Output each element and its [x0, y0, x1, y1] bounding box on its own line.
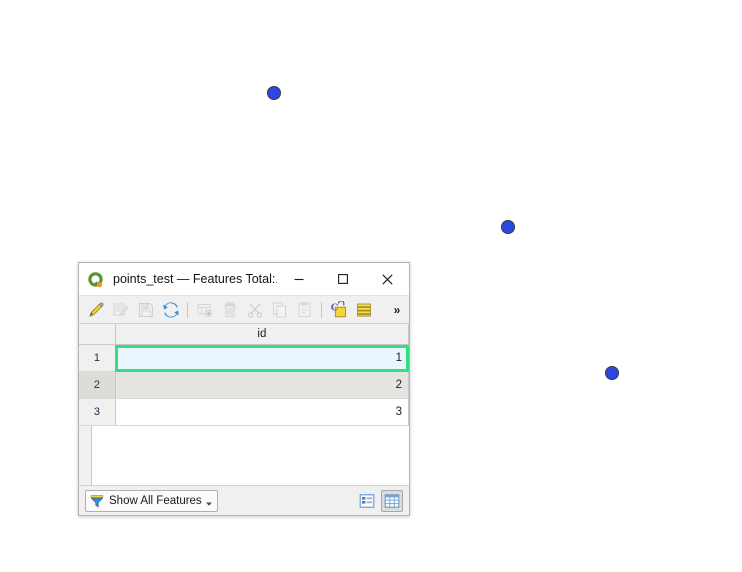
table-corner-header[interactable] — [79, 324, 116, 345]
delete-selected-button[interactable] — [217, 297, 242, 322]
table-view-toggle[interactable] — [381, 489, 403, 512]
multi-edit-button[interactable] — [108, 297, 133, 322]
paste-features-button[interactable] — [292, 297, 317, 322]
table-empty-area — [79, 426, 409, 485]
close-button[interactable] — [365, 264, 409, 295]
add-feature-button[interactable] — [192, 297, 217, 322]
toolbar-overflow-button[interactable]: » — [388, 297, 405, 322]
toolbar-separator-2 — [321, 301, 322, 318]
row-header-3[interactable]: 3 — [79, 398, 116, 426]
minimize-button[interactable] — [277, 264, 321, 295]
row-header-2[interactable]: 2 — [79, 371, 116, 399]
cut-features-button[interactable] — [242, 297, 267, 322]
chevron-down-icon[interactable] — [205, 500, 213, 508]
row-header-1[interactable]: 1 — [79, 344, 116, 372]
funnel-icon — [90, 494, 104, 507]
conditional-formatting-button[interactable]: C — [326, 297, 351, 322]
maximize-button[interactable] — [321, 264, 365, 295]
show-all-features-button[interactable]: Show All Features — [85, 489, 218, 512]
table-view-icon — [384, 493, 400, 508]
organize-columns-button[interactable] — [351, 297, 376, 322]
title-bar[interactable]: points_test — Features Total:... — [79, 263, 409, 295]
table-row[interactable]: 1 1 — [79, 344, 409, 372]
column-header-id[interactable]: id — [115, 324, 409, 345]
reload-table-button[interactable] — [158, 297, 183, 322]
window-title: points_test — Features Total:... — [113, 272, 277, 286]
qgis-logo-icon — [88, 271, 103, 287]
attribute-table-status-bar: Show All Features — [79, 485, 409, 515]
cell-id-row-3[interactable]: 3 — [115, 398, 409, 426]
filter-label: Show All Features — [109, 494, 202, 507]
attribute-table[interactable]: id 1 1 2 2 3 3 — [79, 324, 409, 426]
attribute-table-window[interactable]: points_test — Features Total:... C » id … — [78, 262, 410, 516]
cell-id-row-2[interactable]: 2 — [115, 371, 409, 399]
save-edits-button[interactable] — [133, 297, 158, 322]
attribute-table-toolbar: C » — [79, 295, 409, 324]
toggle-editing-button[interactable] — [83, 297, 108, 322]
svg-text:C: C — [330, 302, 338, 313]
map-point-3[interactable] — [605, 366, 619, 380]
table-row[interactable]: 2 2 — [79, 371, 409, 399]
cell-id-row-1[interactable]: 1 — [115, 344, 409, 372]
table-gutter — [79, 426, 92, 485]
form-view-icon — [359, 493, 375, 508]
toolbar-separator-1 — [187, 301, 188, 318]
table-empty-body — [92, 426, 409, 485]
table-header-row: id — [79, 324, 409, 345]
map-point-2[interactable] — [501, 220, 515, 234]
form-view-toggle[interactable] — [356, 490, 378, 512]
map-point-1[interactable] — [267, 86, 281, 100]
table-row[interactable]: 3 3 — [79, 398, 409, 426]
copy-features-button[interactable] — [267, 297, 292, 322]
attribute-table-area[interactable]: id 1 1 2 2 3 3 — [79, 324, 409, 485]
